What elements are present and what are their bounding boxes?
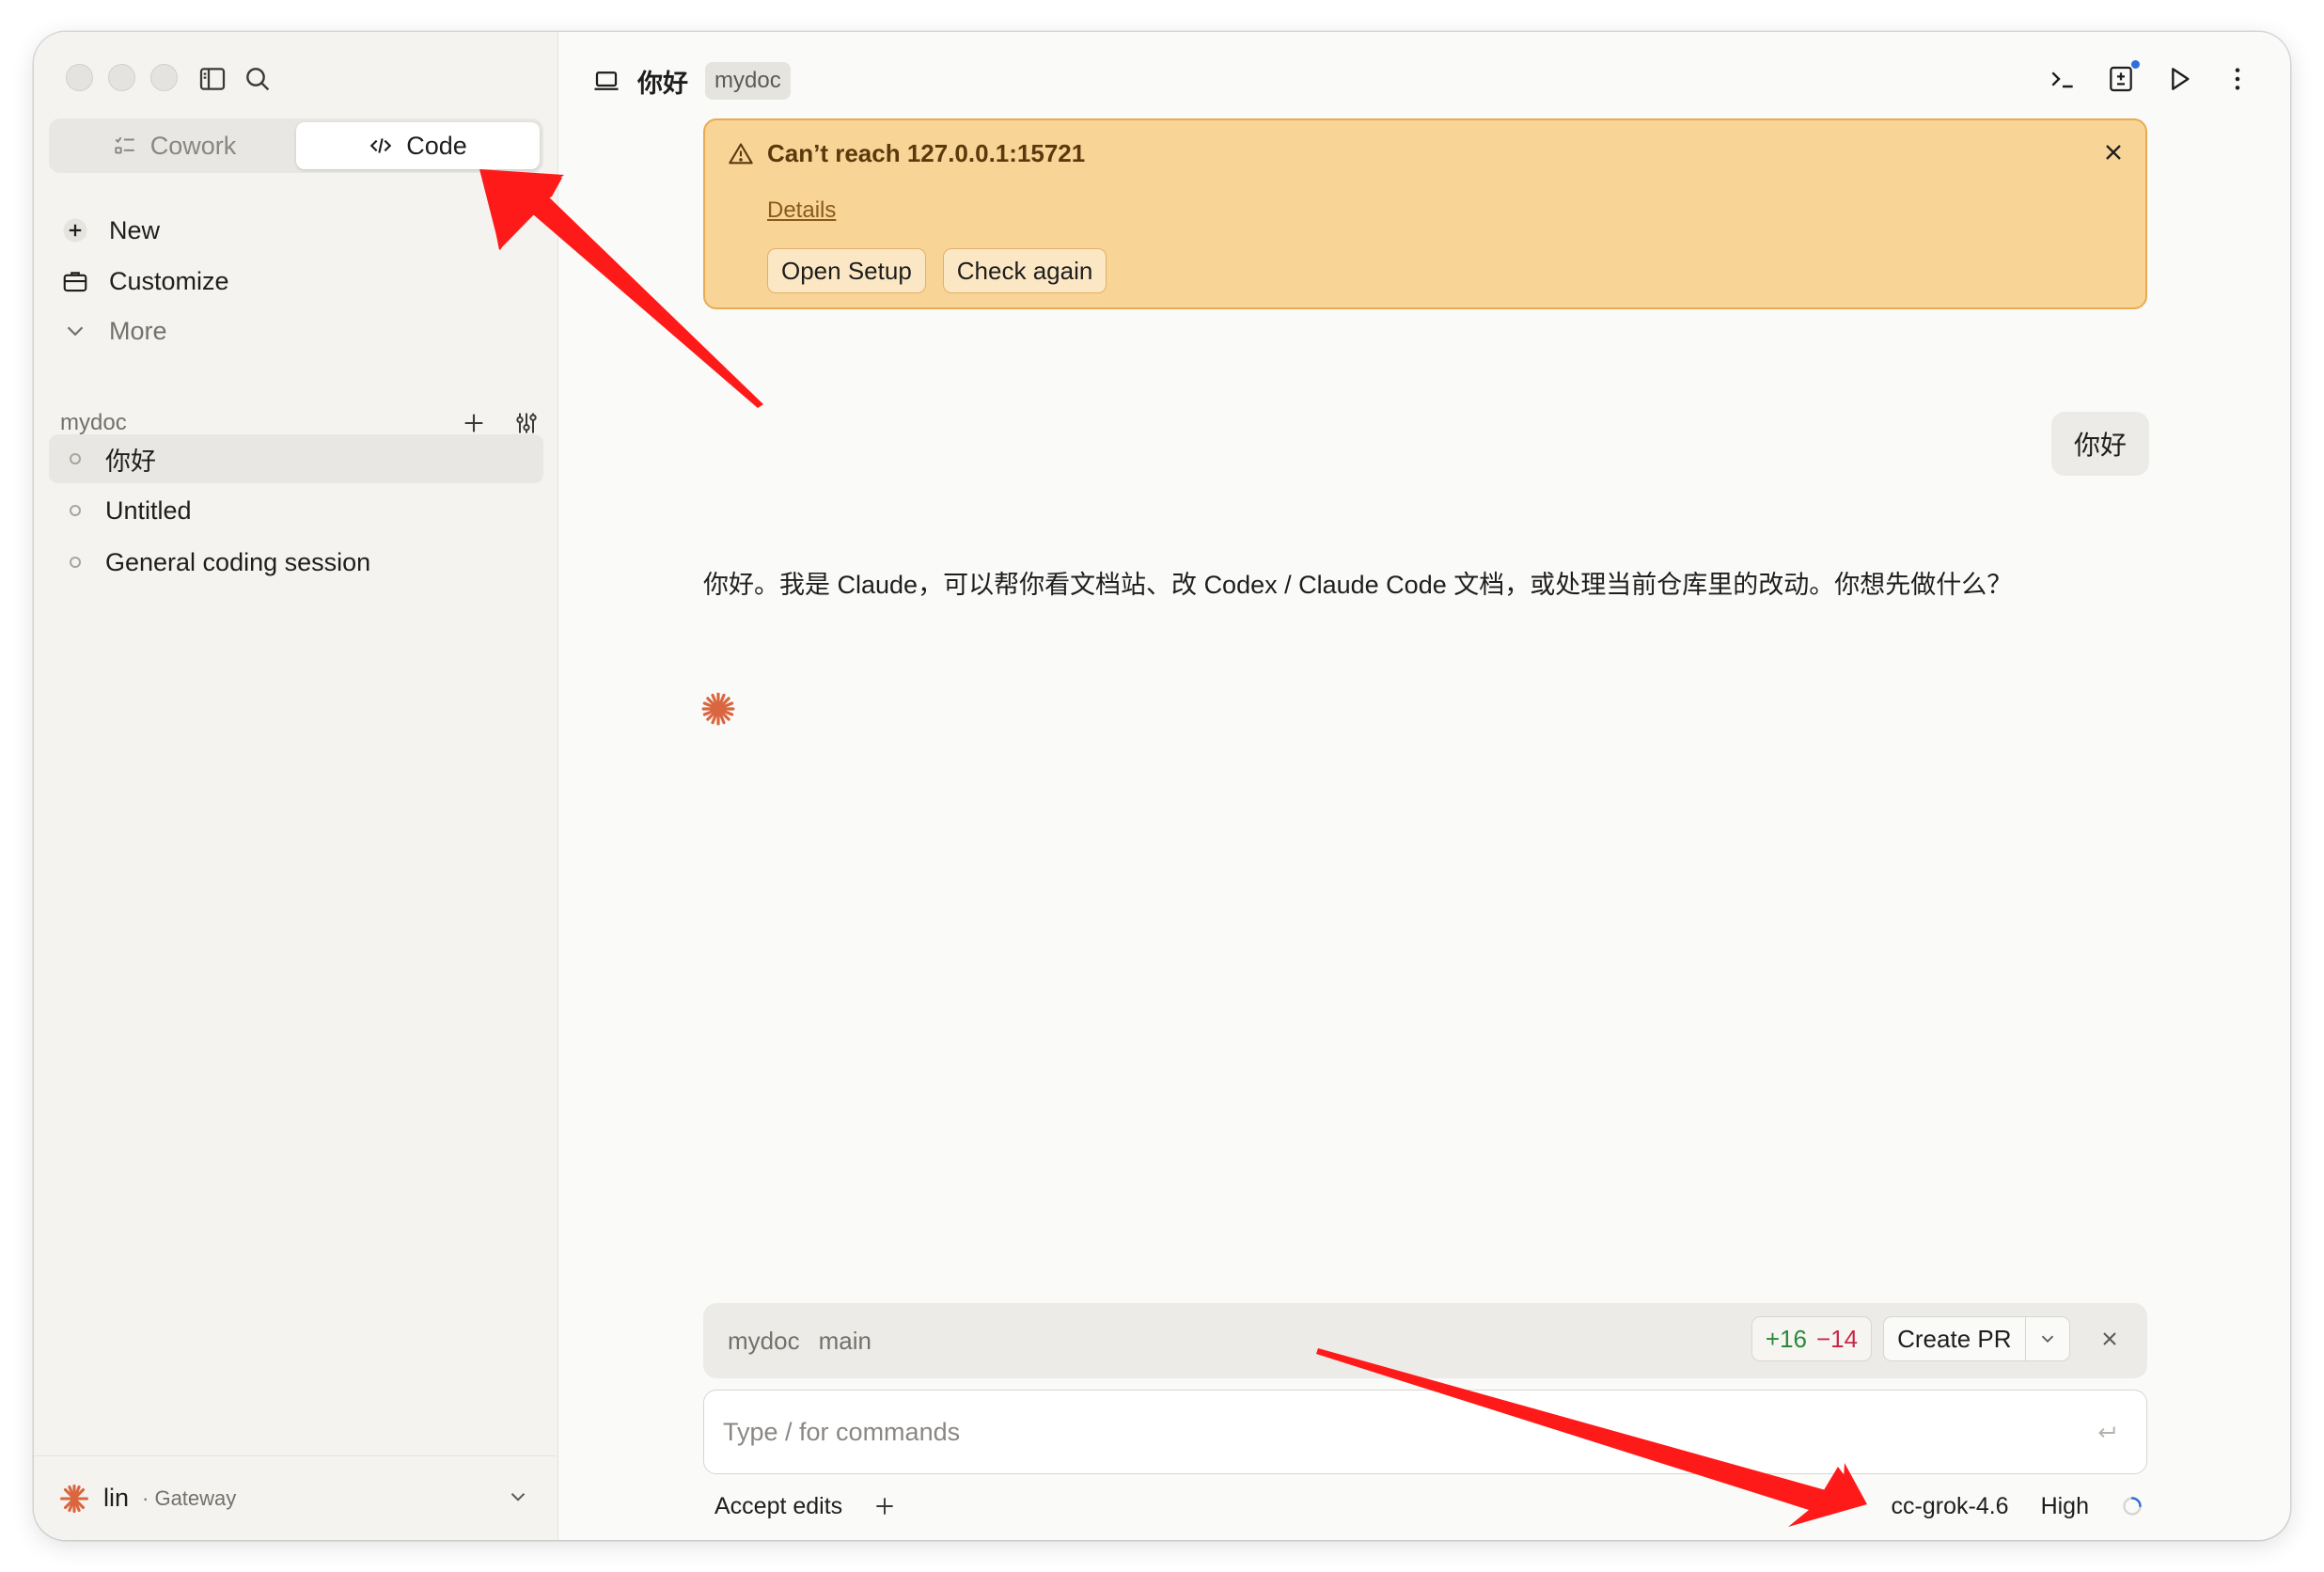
laptop-icon [594,71,619,90]
more-button[interactable]: More [49,307,543,354]
enter-icon[interactable] [2094,1421,2118,1445]
user-name: lin [103,1484,130,1512]
checklist-icon [115,136,134,154]
mode-toggle: Cowork Code [49,118,543,173]
add-session-icon[interactable] [461,410,487,436]
claude-spark-icon [701,692,735,726]
plus-circle-icon [60,215,90,245]
briefcase-icon [60,266,90,296]
unread-dot [2131,60,2140,69]
more-vertical-icon[interactable] [2222,64,2253,94]
session-title: 你好 [637,69,688,98]
check-again-button[interactable]: Check again [942,248,1107,293]
connection-alert: Can’t reach 127.0.0.1:15721 Details Open… [703,118,2147,309]
lines-added: +16 [1765,1324,1807,1353]
session-label: Untitled [105,495,192,525]
sidebar: Cowork Code New Customize More mydoc 你好 … [34,32,558,1540]
model-selector[interactable]: cc-grok-4.6 [1892,1493,2009,1520]
main-toolbar [2048,60,2253,94]
new-label: New [109,215,161,244]
composer-footer: Accept edits cc-grok-4.6 High [714,1487,2143,1525]
effort-selector[interactable]: High [2041,1493,2089,1520]
main-panel: 你好 mydoc Can’t reach 127.0.0.1:15721 Det… [558,32,2290,1540]
session-status-icon [70,505,81,516]
create-pr-button[interactable]: Create PR [1884,1325,2024,1354]
session-status-icon [70,453,81,464]
branch-name[interactable]: main [819,1327,872,1356]
customize-label: Customize [109,266,229,295]
create-pr-dropdown[interactable] [2026,1328,2069,1349]
terminal-icon[interactable] [2048,64,2078,94]
app-window: Cowork Code New Customize More mydoc 你好 … [34,32,2290,1540]
warning-icon [729,142,753,164]
customize-button[interactable]: Customize [49,258,543,305]
close-icon [2103,1332,2116,1345]
open-setup-button[interactable]: Open Setup [767,248,926,293]
search-icon[interactable] [243,64,273,94]
gateway-label: · Gateway [142,1486,237,1510]
minimize-window-button[interactable] [108,64,135,91]
create-pr-split-button: Create PR [1883,1316,2070,1361]
dismiss-branch-bar-button[interactable] [2091,1320,2128,1358]
details-link[interactable]: Details [767,197,836,224]
project-name: mydoc [60,410,127,435]
tab-cowork-label: Cowork [149,131,237,160]
accept-edits-toggle[interactable]: Accept edits [714,1493,842,1520]
session-item-untitled[interactable]: Untitled [49,486,543,535]
prompt-composer [703,1390,2147,1474]
repo-name: mydoc [728,1326,800,1355]
window-controls [66,64,178,91]
tab-cowork[interactable]: Cowork [53,122,296,169]
more-label: More [109,316,167,345]
account-menu[interactable]: lin · Gateway [34,1455,557,1540]
close-window-button[interactable] [66,64,93,91]
session-item-nihao[interactable]: 你好 [49,434,543,483]
new-session-button[interactable]: New [49,207,543,254]
session-label: 你好 [105,447,156,476]
session-label: General coding session [105,547,371,576]
filter-sliders-icon[interactable] [513,410,540,436]
chevron-down-icon [2041,1335,2054,1344]
tab-code-label: Code [406,131,467,160]
session-item-general-coding[interactable]: General coding session [49,538,543,587]
tab-code[interactable]: Code [296,122,540,169]
chevron-down-icon [60,316,90,346]
prompt-input[interactable] [723,1417,2039,1447]
project-pill[interactable]: mydoc [705,62,791,100]
chevron-down-icon [510,1493,526,1501]
session-titlebar: 你好 mydoc [592,60,791,102]
branch-bar: mydoc main +16 −14 Create PR [703,1303,2147,1378]
loading-spinner-icon [2123,1497,2142,1516]
run-icon[interactable] [2164,64,2194,94]
diff-stat-button[interactable]: +16 −14 [1751,1316,1873,1361]
add-attachment-icon[interactable] [872,1494,897,1518]
code-icon [369,138,392,153]
session-status-icon [70,557,81,568]
lines-removed: −14 [1816,1324,1859,1353]
sidebar-toggle-icon[interactable] [197,64,228,94]
diff-panel-icon[interactable] [2106,60,2140,94]
maximize-window-button[interactable] [150,64,178,91]
close-icon[interactable] [2100,139,2127,165]
alert-message: Can’t reach 127.0.0.1:15721 [767,139,1086,167]
assistant-message: 你好。我是 Claude，可以帮你看文档站、改 Codex / Claude C… [703,571,2013,599]
claude-logo-icon [59,1484,89,1513]
user-message-bubble: 你好 [2050,412,2149,476]
